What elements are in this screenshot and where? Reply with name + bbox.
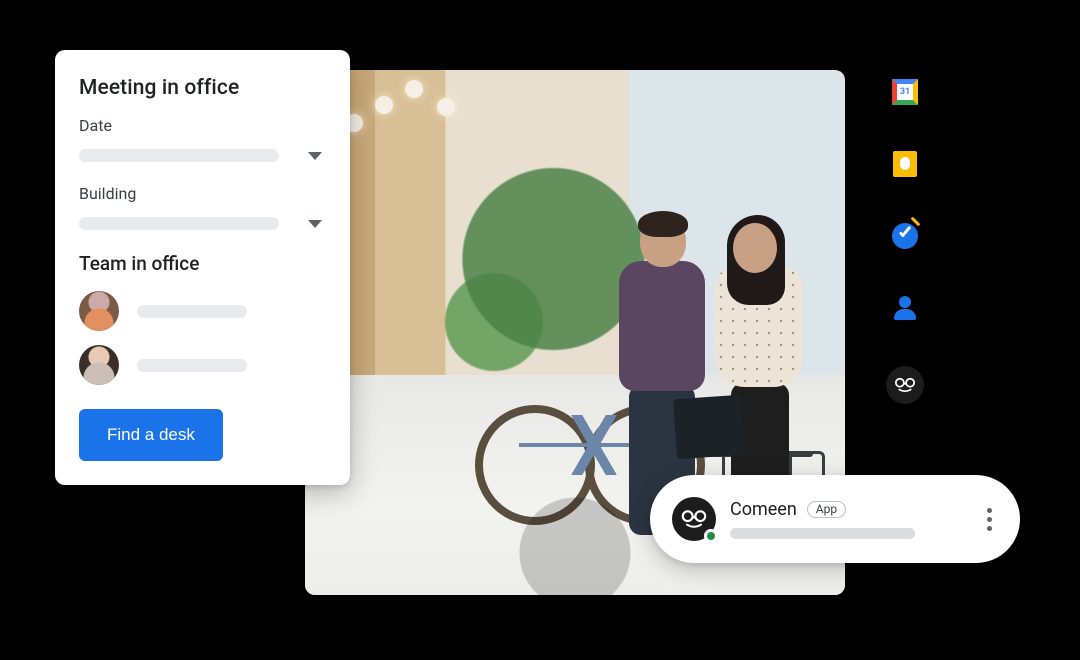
more-options-button[interactable]	[981, 502, 998, 537]
keep-icon[interactable]	[891, 150, 919, 178]
find-desk-button[interactable]: Find a desk	[79, 409, 223, 461]
building-dropdown[interactable]	[79, 217, 326, 230]
team-row	[79, 345, 326, 385]
card-title: Meeting in office	[79, 76, 326, 100]
chat-app-name: Comeen	[730, 499, 797, 520]
chat-app-pill[interactable]: Comeen App	[650, 475, 1020, 563]
chevron-down-icon	[308, 220, 322, 228]
team-name-placeholder	[137, 305, 247, 318]
calendar-icon[interactable]: 31	[891, 78, 919, 106]
comeen-icon[interactable]	[886, 366, 924, 404]
avatar[interactable]	[79, 345, 119, 385]
tasks-icon[interactable]	[891, 222, 919, 250]
pendant-lights	[345, 80, 545, 140]
calendar-day-number: 31	[897, 84, 913, 100]
team-row	[79, 291, 326, 331]
date-value-placeholder	[79, 149, 279, 162]
team-heading: Team in office	[79, 252, 326, 275]
team-name-placeholder	[137, 359, 247, 372]
chevron-down-icon	[308, 152, 322, 160]
building-value-placeholder	[79, 217, 279, 230]
app-badge: App	[807, 501, 846, 518]
side-panel-rail: 31	[884, 78, 926, 404]
building-label: Building	[79, 184, 326, 203]
contacts-icon[interactable]	[891, 294, 919, 322]
chat-preview-placeholder	[730, 528, 915, 539]
meeting-card: Meeting in office Date Building Team in …	[55, 50, 350, 485]
date-label: Date	[79, 116, 326, 135]
avatar[interactable]	[79, 291, 119, 331]
cafe-table	[683, 405, 833, 485]
comeen-logo-icon	[672, 497, 716, 541]
date-dropdown[interactable]	[79, 149, 326, 162]
presence-indicator	[704, 529, 718, 543]
